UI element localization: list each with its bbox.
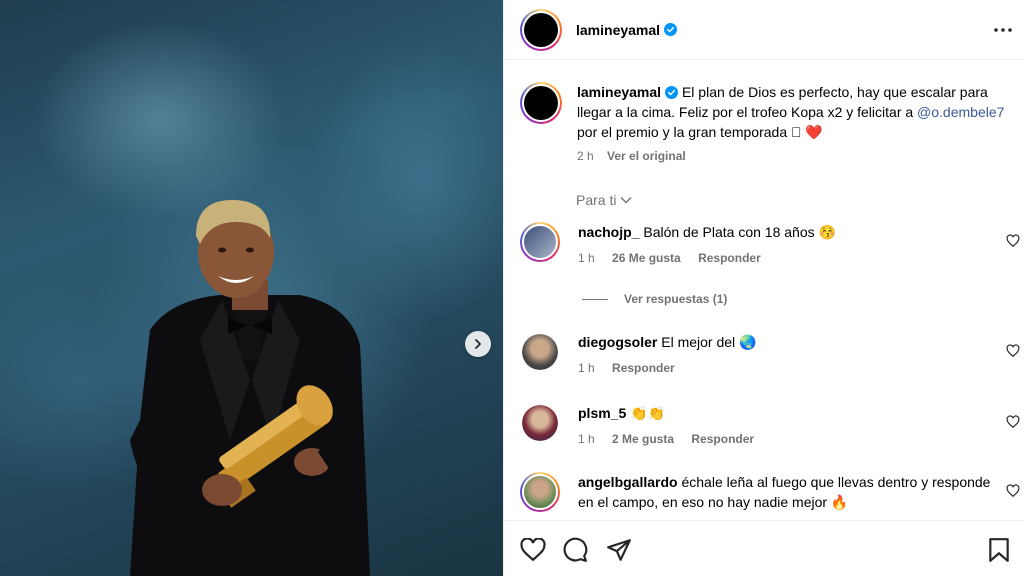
post-caption: lamineyamal El plan de Dios es perfecto,… [520, 82, 1020, 166]
see-original-link[interactable]: Ver el original [607, 149, 686, 163]
comment-meta: 1 h 2 Me gusta Responder [578, 429, 998, 449]
comment-text: El mejor del 🌏 [661, 334, 757, 350]
more-options-button[interactable] [990, 17, 1016, 43]
verified-badge-icon [664, 23, 678, 36]
comment-likes[interactable]: 2 Me gusta [612, 432, 674, 446]
post-side-panel: lamineyamal lamineyamal El plan de Dios … [503, 0, 1024, 576]
comment-username[interactable]: angelbgallardo [578, 474, 678, 490]
more-options-icon [994, 28, 1012, 32]
bookmark-icon [989, 538, 1009, 562]
comment-filter-label: Para ti [576, 192, 617, 208]
comment-avatar[interactable] [522, 334, 558, 370]
comment-body: diegogsoler El mejor del 🌏 1 h Responder [578, 332, 998, 378]
comment-like-icon[interactable] [1006, 344, 1020, 358]
caption-time: 2 h [577, 149, 594, 163]
comment-username[interactable]: nachojp_ [578, 224, 639, 240]
comment-time: 1 h [578, 251, 595, 265]
heart-icon [520, 538, 546, 562]
comment-like-icon[interactable] [1006, 234, 1020, 248]
comment-body: angelbgallardo échale leña al fuego que … [578, 472, 998, 512]
caption-emoji: 🏿 ❤️ [801, 124, 823, 140]
comment-filter-dropdown[interactable]: Para ti [576, 192, 632, 208]
comment-meta: 1 h Responder [578, 358, 998, 378]
verified-badge-icon [665, 86, 679, 99]
post-action-bar [504, 520, 1024, 576]
comment-text: Balón de Plata con 18 años 😚 [643, 224, 836, 240]
save-button[interactable] [986, 537, 1012, 563]
caption-text-block: lamineyamal El plan de Dios es perfecto,… [577, 82, 1017, 142]
comment-body: plsm_5 👏👏 1 h 2 Me gusta Responder [578, 403, 998, 449]
view-replies-button[interactable]: Ver respuestas (1) [582, 292, 727, 306]
comment-item: nachojp_ Balón de Plata con 18 años 😚 1 … [520, 222, 1020, 268]
comment-avatar[interactable] [520, 472, 560, 512]
instagram-post-view: lamineyamal lamineyamal El plan de Dios … [0, 0, 1024, 576]
author-username[interactable]: lamineyamal [576, 22, 660, 38]
comment-body: nachojp_ Balón de Plata con 18 años 😚 1 … [578, 222, 998, 268]
comment-like-icon[interactable] [1006, 484, 1020, 498]
caption-meta: 2 h Ver el original [577, 146, 1017, 166]
reply-button[interactable]: Responder [691, 432, 754, 446]
comment-likes[interactable]: 26 Me gusta [612, 251, 681, 265]
caption-username[interactable]: lamineyamal [577, 84, 661, 100]
author-avatar[interactable] [520, 8, 562, 51]
comment-item: diegogsoler El mejor del 🌏 1 h Responder [520, 332, 1020, 378]
comment-like-icon[interactable] [1006, 415, 1020, 429]
comment-username[interactable]: diegogsoler [578, 334, 657, 350]
comment-username[interactable]: plsm_5 [578, 405, 626, 421]
comment-avatar[interactable] [522, 405, 558, 441]
comment-time: 1 h [578, 432, 595, 446]
caption-text-end: por el premio y la gran temporada [577, 124, 788, 140]
post-photo[interactable] [0, 0, 503, 576]
comment-time: 1 h [578, 361, 595, 375]
next-image-button[interactable] [465, 331, 491, 357]
comment-item: plsm_5 👏👏 1 h 2 Me gusta Responder [520, 403, 1020, 449]
comment-avatar[interactable] [520, 222, 560, 262]
comment-item: angelbgallardo échale leña al fuego que … [520, 472, 1020, 512]
caption-mention-link[interactable]: @o.dembele7 [917, 104, 1004, 120]
reply-button[interactable]: Responder [698, 251, 761, 265]
photo-subject-illustration [130, 200, 370, 576]
post-header: lamineyamal [504, 0, 1024, 60]
like-button[interactable] [520, 537, 546, 563]
share-button[interactable] [606, 537, 632, 563]
caption-body: lamineyamal El plan de Dios es perfecto,… [577, 82, 1017, 166]
comment-meta: 1 h 26 Me gusta Responder [578, 248, 998, 268]
comment-button[interactable] [562, 537, 588, 563]
chevron-down-icon [620, 197, 632, 204]
comment-icon [563, 537, 588, 562]
share-icon [607, 539, 631, 561]
caption-avatar[interactable] [520, 82, 562, 124]
reply-button[interactable]: Responder [612, 361, 675, 375]
chevron-right-icon [475, 339, 481, 349]
replies-divider [582, 298, 608, 300]
comment-text: 👏👏 [630, 405, 666, 421]
view-replies-label: Ver respuestas (1) [624, 292, 728, 306]
